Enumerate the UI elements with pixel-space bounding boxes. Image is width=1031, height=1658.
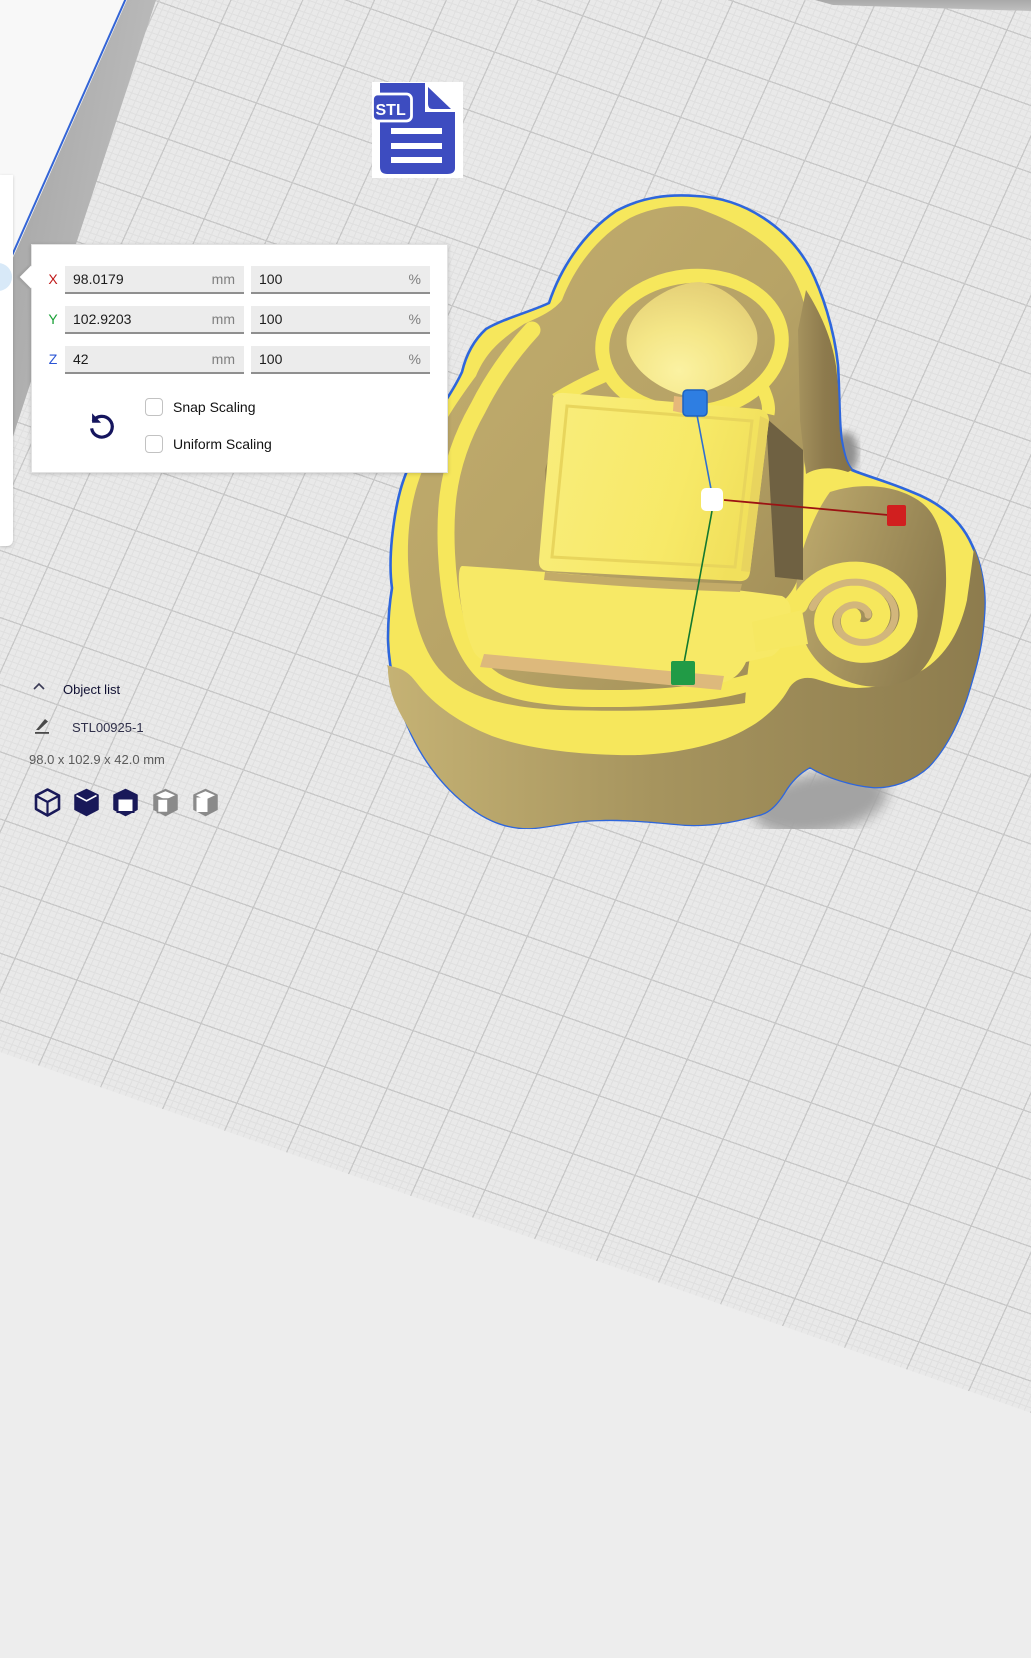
svg-text:STL: STL [376,102,406,119]
